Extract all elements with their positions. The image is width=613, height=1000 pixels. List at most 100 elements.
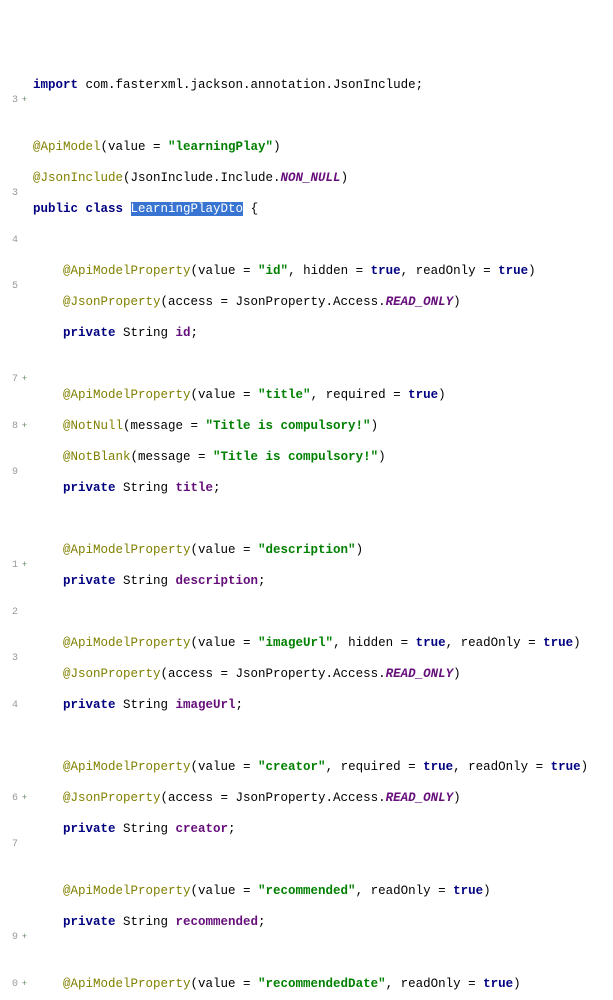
string: "id": [258, 264, 288, 278]
code-line[interactable]: @ApiModelProperty(value = "recommendedDa…: [33, 977, 613, 993]
fold-mark[interactable]: +: [20, 93, 29, 109]
annotation: @ApiModelProperty: [33, 636, 191, 650]
keyword: private: [33, 481, 123, 495]
line-number: [0, 326, 18, 342]
fold-mark: [20, 140, 29, 156]
code-line[interactable]: import com.fasterxml.jackson.annotation.…: [33, 78, 613, 94]
text: ;: [191, 326, 199, 340]
keyword: true: [371, 264, 401, 278]
type: String: [123, 481, 176, 495]
field: imageUrl: [176, 698, 236, 712]
code-line[interactable]: private String creator;: [33, 822, 613, 838]
type: String: [123, 698, 176, 712]
fold-mark[interactable]: +: [20, 558, 29, 574]
code-line[interactable]: private String description;: [33, 574, 613, 590]
code-line[interactable]: @ApiModelProperty(value = "recommended",…: [33, 884, 613, 900]
fold-mark: [20, 884, 29, 900]
fold-mark[interactable]: +: [20, 791, 29, 807]
code-line[interactable]: @JsonProperty(access = JsonProperty.Acce…: [33, 667, 613, 683]
fold-mark: [20, 465, 29, 481]
code-line[interactable]: @ApiModel(value = "learningPlay"): [33, 140, 613, 156]
code-line[interactable]: private String imageUrl;: [33, 698, 613, 714]
text: ): [513, 977, 521, 991]
fold-mark: [20, 186, 29, 202]
constant: READ_ONLY: [386, 791, 454, 805]
text: , readOnly =: [401, 264, 499, 278]
code-line[interactable]: @ApiModelProperty(value = "creator", req…: [33, 760, 613, 776]
fold-mark: [20, 326, 29, 342]
code-line[interactable]: public class LearningPlayDto {: [33, 202, 613, 218]
code-line[interactable]: [33, 357, 613, 373]
type: String: [123, 822, 176, 836]
code-line[interactable]: [33, 109, 613, 125]
code-line[interactable]: [33, 512, 613, 528]
code-line[interactable]: @JsonInclude(JsonInclude.Include.NON_NUL…: [33, 171, 613, 187]
fold-mark[interactable]: +: [20, 372, 29, 388]
keyword: import: [33, 78, 78, 92]
code-line[interactable]: private String title;: [33, 481, 613, 497]
code-line[interactable]: @ApiModelProperty(value = "description"): [33, 543, 613, 559]
code-line[interactable]: [33, 233, 613, 249]
keyword: private: [33, 326, 123, 340]
constant: NON_NULL: [281, 171, 341, 185]
text: , hidden =: [333, 636, 416, 650]
text: (value =: [191, 636, 259, 650]
fold-mark: [20, 279, 29, 295]
fold-mark[interactable]: +: [20, 930, 29, 946]
annotation: @NotNull: [33, 419, 123, 433]
line-number: 8: [0, 419, 18, 435]
code-line[interactable]: [33, 729, 613, 745]
annotation: @NotBlank: [33, 450, 131, 464]
code-line[interactable]: [33, 853, 613, 869]
text: , readOnly =: [453, 760, 551, 774]
text: , hidden =: [288, 264, 371, 278]
string: "learningPlay": [168, 140, 273, 154]
text: ): [438, 388, 446, 402]
text: ): [341, 171, 349, 185]
code-line[interactable]: @NotBlank(message = "Title is compulsory…: [33, 450, 613, 466]
annotation: @ApiModelProperty: [33, 388, 191, 402]
code-line[interactable]: @ApiModelProperty(value = "imageUrl", hi…: [33, 636, 613, 652]
text: (value =: [191, 543, 259, 557]
annotation: @JsonInclude: [33, 171, 123, 185]
string: "creator": [258, 760, 326, 774]
fold-mark: [20, 744, 29, 760]
code-line[interactable]: @ApiModelProperty(value = "id", hidden =…: [33, 264, 613, 280]
code-area[interactable]: import com.fasterxml.jackson.annotation.…: [29, 62, 613, 562]
code-line[interactable]: private String recommended;: [33, 915, 613, 931]
text: ): [378, 450, 386, 464]
text: ): [453, 791, 461, 805]
line-number: [0, 884, 18, 900]
field: creator: [176, 822, 229, 836]
code-editor[interactable]: 3 3 4 5 7 8 9 1 2 3 4 6 7 9 0 1 3 4 5 7 …: [0, 62, 613, 562]
code-line[interactable]: @ApiModelProperty(value = "title", requi…: [33, 388, 613, 404]
code-line[interactable]: private String id;: [33, 326, 613, 342]
keyword: private: [33, 822, 123, 836]
annotation: @ApiModelProperty: [33, 977, 191, 991]
string: "description": [258, 543, 356, 557]
code-line[interactable]: [33, 605, 613, 621]
code-line[interactable]: @NotNull(message = "Title is compulsory!…: [33, 419, 613, 435]
text: , readOnly =: [356, 884, 454, 898]
keyword: true: [453, 884, 483, 898]
code-line[interactable]: @JsonProperty(access = JsonProperty.Acce…: [33, 791, 613, 807]
line-number: [0, 140, 18, 156]
code-line[interactable]: [33, 946, 613, 962]
annotation: @JsonProperty: [33, 791, 161, 805]
annotation: @JsonProperty: [33, 295, 161, 309]
annotation: @ApiModelProperty: [33, 884, 191, 898]
text: (message =: [123, 419, 206, 433]
fold-mark[interactable]: +: [20, 977, 29, 993]
code-line[interactable]: @JsonProperty(access = JsonProperty.Acce…: [33, 295, 613, 311]
text: (value =: [101, 140, 169, 154]
fold-mark: [20, 605, 29, 621]
text: ;: [258, 915, 266, 929]
fold-mark[interactable]: +: [20, 419, 29, 435]
string: "recommended": [258, 884, 356, 898]
fold-mark: [20, 698, 29, 714]
field: title: [176, 481, 214, 495]
constant: READ_ONLY: [386, 295, 454, 309]
text: ): [573, 636, 581, 650]
line-number: 6: [0, 791, 18, 807]
text: ): [371, 419, 379, 433]
